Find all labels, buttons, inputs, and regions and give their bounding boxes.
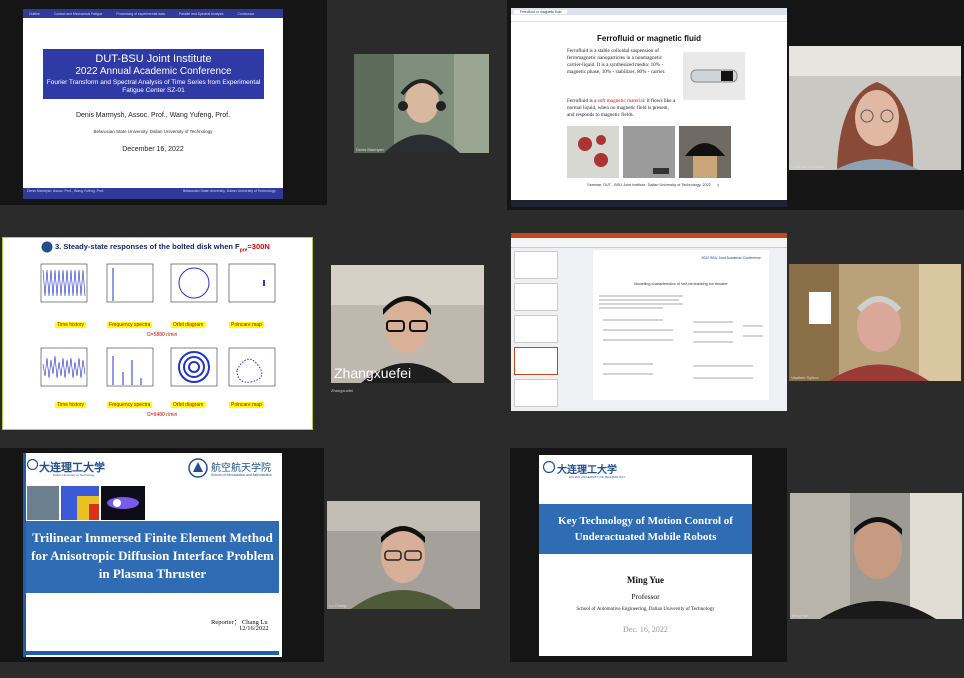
talk-title: Key Technology of Motion Control of Unde… [539, 504, 752, 554]
plot-row-2 [40, 347, 276, 387]
slide-heading: 3. Steady-state responses of the bolted … [55, 242, 270, 254]
speaker-role: Professor [631, 592, 660, 601]
powerpoint-window: 2022 BSU Joint Academic Conference Model… [511, 233, 787, 411]
date: 12/16/2022 [239, 625, 269, 632]
school-logo-icon [188, 458, 208, 478]
simulation-images [27, 486, 145, 520]
slide-heading: Ferrofluid or magnetic fluid [596, 34, 701, 43]
label-orbit-diagram: Orbit diagram [171, 322, 206, 328]
accent-bar-bottom [26, 651, 279, 655]
slide-footer: Denis Marmysh, Assoc. Prof., Wang Yufeng… [23, 188, 283, 199]
label-poincare-map: Poincare map [229, 322, 264, 328]
affiliation: School of Automotive Engineering, Dalian… [576, 607, 715, 612]
label-poincare-map: Poincare map [229, 402, 264, 408]
thumbnail[interactable] [514, 251, 558, 279]
slide-motion-control: 大连理工大学 DALIAN UNIVERSITY OF TECHNOLOGY K… [539, 455, 752, 656]
slide-page: 2022 BSU Joint Academic Conference Model… [593, 250, 769, 400]
thumbnail[interactable] [514, 315, 558, 343]
participant-name: Vladimir Syrkov [791, 375, 819, 380]
ferrofluid-micro-image [623, 126, 675, 178]
video-participant-6[interactable]: Ming Yue [790, 493, 962, 619]
thumbnail[interactable] [514, 379, 558, 407]
conference-year: 2022 Annual Academic Conference [75, 66, 232, 77]
conference-title: DUT-BSU Joint Institute [95, 53, 212, 65]
slide-ferrofluid: Ferrofluid or magnetic fluid Ferrofluid … [511, 8, 787, 207]
browser-tab[interactable]: Ferrofluid or magnetic fluid [514, 9, 568, 14]
label-frequency-spectra: Frequency spectra [107, 322, 153, 328]
webcam-image [789, 46, 961, 170]
webcam-image [327, 501, 480, 609]
paragraph-2: Ferrofluid is a soft magnetic material: … [567, 98, 676, 118]
speed-label-2: Ω=9480 r/min [147, 412, 178, 418]
affiliation: Belarusian State University, Dalian Univ… [93, 129, 213, 134]
video-participant-2[interactable]: Lyudmila Sviridova [789, 46, 961, 170]
thumbnail[interactable] [514, 283, 558, 311]
slide-dut-bsu-title: Outline Contact and Mechanical Fatigue P… [23, 9, 283, 199]
label-orbit-diagram: Orbit diagram [171, 402, 206, 408]
university-name-en: DALIAN UNIVERSITY OF TECHNOLOGY [569, 475, 626, 479]
footer-left: Denis Marmysh, Assoc. Prof., Wang Yufeng… [27, 189, 105, 193]
participant-name: Zhangxuefei [334, 365, 412, 381]
title-box: DUT-BSU Joint Institute 2022 Annual Acad… [43, 49, 264, 99]
school-name-cn: 航空航天学院 [211, 463, 271, 474]
slide-nav-bar: Outline Contact and Mechanical Fatigue P… [23, 9, 283, 18]
participant-name: Ming Yue [792, 613, 809, 618]
logo-icon [41, 241, 53, 253]
participant-name-small: Zhangxuefei [331, 388, 354, 393]
slide-bolted-disk: 3. Steady-state responses of the bolted … [2, 237, 313, 430]
video-participant-1[interactable]: Denis Marmysh [354, 54, 489, 153]
plot-row-1 [40, 263, 276, 303]
dut-logo-icon [27, 459, 38, 470]
date: Dec. 16, 2022 [623, 625, 668, 634]
slide-footer: Seminar, DUT - BSU Joint Institute, Dali… [587, 183, 711, 187]
participant-name: Lyudmila Sviridova [791, 164, 825, 169]
participant-name: Lu Chang [329, 603, 347, 608]
university-name-en: Dalian University of Technology [53, 473, 95, 477]
paragraph-1: Ferrofluid is a stable colloidal suspens… [567, 48, 666, 75]
video-participant-4[interactable]: Vladimir Syrkov [789, 264, 961, 381]
nav-item: Processing of experimental data [116, 11, 165, 16]
webcam-image [789, 264, 961, 381]
school-name-en: School of Aeronautics and Astronautics [211, 473, 272, 477]
nav-item: Contact and Mechanical Fatigue [53, 11, 103, 16]
webcam-image [354, 54, 489, 153]
webcam-image [790, 493, 962, 619]
speaker-name: Ming Yue [626, 575, 665, 585]
ferrofluid-vial-image [683, 52, 745, 100]
nav-item: Parallel and Spectral Analysis [178, 11, 224, 16]
label-time-history: Time history [55, 402, 87, 408]
slide-trilinear-ife: 大连理工大学 Dalian University of Technology 航… [23, 453, 282, 657]
university-name-cn: 大连理工大学 [557, 465, 617, 476]
speed-label-1: Ω=5880 r/min [147, 332, 178, 338]
thumbnail-selected[interactable] [514, 347, 558, 375]
participant-name: Denis Marmysh [356, 147, 384, 152]
ribbon [511, 233, 787, 248]
date: December 16, 2022 [122, 146, 184, 153]
talk-title: Fourier Transform and Spectral Analysis … [46, 79, 261, 94]
title-bar [511, 233, 787, 238]
taskbar [511, 200, 787, 207]
response-plots [40, 263, 276, 387]
browser-tab-bar: Ferrofluid or magnetic fluid [511, 8, 787, 15]
talk-title: Trilinear Immersed Finite Element Method… [26, 521, 279, 593]
slide-thumbnails[interactable] [514, 251, 558, 411]
nav-item: Outline [29, 11, 40, 16]
video-participant-3[interactable]: Zhangxuefei [331, 265, 484, 383]
video-participant-5[interactable]: Lu Chang [327, 501, 480, 609]
page-number: 7 [717, 183, 720, 188]
dut-logo-icon [543, 461, 555, 473]
nav-item: Conclusion [237, 11, 255, 16]
ferrofluid-cone-image [679, 126, 731, 178]
label-frequency-spectra: Frequency spectra [107, 402, 153, 408]
ferrofluid-spikes-image [567, 126, 619, 178]
label-time-history: Time history [55, 322, 87, 328]
address-bar[interactable] [511, 15, 787, 22]
footer-right: Belarusian State University, Dalian Univ… [183, 189, 276, 193]
authors: Denis Marmysh, Assoc. Prof., Wang Yufeng… [75, 112, 231, 119]
slide-header: 2022 BSU Joint Academic Conference [701, 256, 761, 260]
equations-graphic [599, 295, 763, 379]
